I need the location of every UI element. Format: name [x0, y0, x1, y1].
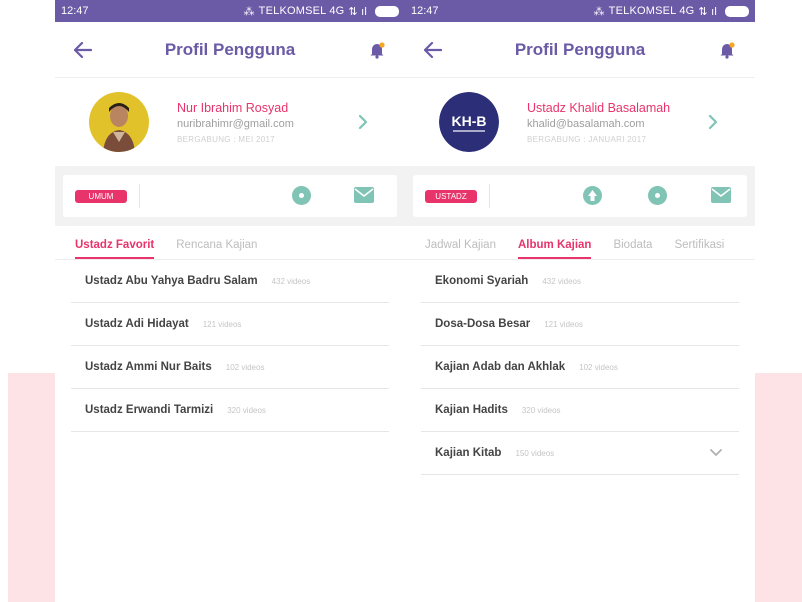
phone-screen-user: 12:47 ⁂ TELKOMSEL 4G ⇅ ıl Profil Penggun…	[55, 0, 405, 602]
nfc-icon: ⁂	[593, 5, 605, 18]
list-item[interactable]: Ustadz Adi Hidayat 121 videos	[71, 303, 389, 346]
signal-icon: ⇅ ıl	[698, 5, 717, 18]
tab-sertifikasi[interactable]: Sertifikasi	[674, 239, 724, 259]
logo-text: KH-B	[452, 113, 487, 129]
signal-icon: ⇅ ıl	[348, 5, 367, 18]
profile-name: Nur Ibrahim Rosyad	[177, 100, 289, 115]
khb-logo-avatar: KH-B	[439, 92, 499, 152]
tab-bar: Ustadz Favorit Rencana Kajian	[55, 226, 405, 260]
item-count: 150 videos	[515, 448, 555, 458]
record-icon[interactable]	[292, 186, 311, 205]
battery-icon	[375, 5, 399, 17]
tree-icon[interactable]	[583, 186, 602, 205]
profile-joined: BERGABUNG : MEI 2017	[177, 134, 276, 144]
item-count: 121 videos	[544, 319, 583, 329]
divider	[489, 184, 490, 208]
tab-rencana-kajian[interactable]: Rencana Kajian	[176, 239, 257, 259]
item-name: Ekonomi Syariah	[435, 275, 529, 287]
role-badge: USTADZ	[425, 189, 477, 203]
item-name: Ustadz Erwandi Tarmizi	[85, 404, 214, 416]
list-item[interactable]: Kajian Adab dan Akhlak 102 videos	[421, 346, 739, 389]
item-count: 102 videos	[225, 362, 265, 372]
item-count: 320 videos	[521, 405, 561, 415]
item-count: 432 videos	[542, 276, 582, 286]
status-carrier: TELKOMSEL 4G	[258, 5, 345, 17]
background-block-left	[8, 373, 55, 602]
list-item[interactable]: Ustadz Abu Yahya Badru Salam 432 videos	[71, 260, 389, 303]
status-carrier: TELKOMSEL 4G	[608, 5, 695, 17]
role-badge: UMUM	[75, 189, 127, 203]
item-name: Ustadz Abu Yahya Badru Salam	[85, 275, 258, 287]
chevron-right-icon[interactable]	[353, 112, 373, 132]
profile-summary[interactable]: KH-B Ustadz Khalid Basalamah khalid@basa…	[405, 78, 755, 166]
chevron-right-icon[interactable]	[703, 112, 723, 132]
mail-icon[interactable]	[711, 187, 731, 203]
list-item[interactable]: Ustadz Erwandi Tarmizi 320 videos	[71, 389, 389, 432]
profile-summary[interactable]: Nur Ibrahim Rosyad nuribrahimr@gmail.com…	[55, 78, 405, 166]
page-title: Profil Pengguna	[164, 39, 296, 59]
album-list: Ekonomi Syariah 432 videos Dosa-Dosa Bes…	[421, 260, 739, 475]
notification-bell-icon[interactable]	[715, 38, 739, 62]
list-item[interactable]: Ustadz Ammi Nur Baits 102 videos	[71, 346, 389, 389]
app-header: Profil Pengguna	[405, 22, 755, 78]
status-bar: 12:47 ⁂ TELKOMSEL 4G ⇅ ıl	[405, 0, 755, 22]
item-name: Kajian Hadits	[435, 404, 508, 416]
page-title: Profil Pengguna	[514, 39, 646, 59]
battery-icon	[725, 5, 749, 17]
status-time: 12:47	[61, 5, 89, 17]
list-item[interactable]: Kajian Kitab 150 videos	[421, 432, 739, 475]
item-count: 320 videos	[227, 405, 266, 415]
status-time: 12:47	[411, 5, 439, 17]
tab-album-kajian[interactable]: Album Kajian	[517, 239, 592, 259]
profile-name: Ustadz Khalid Basalamah	[527, 100, 671, 115]
role-card: USTADZ	[413, 175, 747, 217]
tab-biodata[interactable]: Biodata	[613, 239, 652, 259]
status-bar: 12:47 ⁂ TELKOMSEL 4G ⇅ ıl	[55, 0, 405, 22]
record-icon[interactable]	[648, 186, 667, 205]
tab-ustadz-favorit[interactable]: Ustadz Favorit	[75, 239, 155, 259]
tab-jadwal-kajian[interactable]: Jadwal Kajian	[425, 239, 496, 259]
item-name: Ustadz Ammi Nur Baits	[85, 361, 212, 373]
avatar	[89, 92, 149, 152]
list-item[interactable]: Kajian Hadits 320 videos	[421, 389, 739, 432]
item-count: 121 videos	[202, 319, 242, 329]
item-name: Dosa-Dosa Besar	[435, 318, 531, 330]
profile-email: khalid@basalamah.com	[527, 117, 645, 130]
list-item[interactable]: Ekonomi Syariah 432 videos	[421, 260, 739, 303]
back-arrow-icon[interactable]	[71, 38, 95, 62]
list-item[interactable]: Dosa-Dosa Besar 121 videos	[421, 303, 739, 346]
role-card: UMUM	[63, 175, 397, 217]
background-block-right	[755, 373, 802, 602]
phone-screen-ustadz: 12:47 ⁂ TELKOMSEL 4G ⇅ ıl Profil Penggun…	[405, 0, 755, 602]
app-header: Profil Pengguna	[55, 22, 405, 78]
nfc-icon: ⁂	[243, 5, 255, 18]
item-count: 102 videos	[579, 362, 618, 372]
item-name: Kajian Adab dan Akhlak	[435, 361, 566, 373]
chevron-down-icon[interactable]	[709, 446, 723, 460]
favorite-list: Ustadz Abu Yahya Badru Salam 432 videos …	[71, 260, 389, 432]
profile-joined: BERGABUNG : JANUARI 2017	[527, 134, 647, 144]
notification-bell-icon[interactable]	[365, 38, 389, 62]
divider	[139, 184, 140, 208]
tab-bar: Jadwal Kajian Album Kajian Biodata Serti…	[405, 226, 755, 260]
role-strip: UMUM	[55, 166, 405, 226]
profile-email: nuribrahimr@gmail.com	[177, 117, 294, 130]
item-name: Ustadz Adi Hidayat	[85, 318, 189, 330]
back-arrow-icon[interactable]	[421, 38, 445, 62]
item-count: 432 videos	[271, 276, 311, 286]
item-name: Kajian Kitab	[435, 447, 502, 459]
mail-icon[interactable]	[354, 187, 374, 203]
role-strip: USTADZ	[405, 166, 755, 226]
